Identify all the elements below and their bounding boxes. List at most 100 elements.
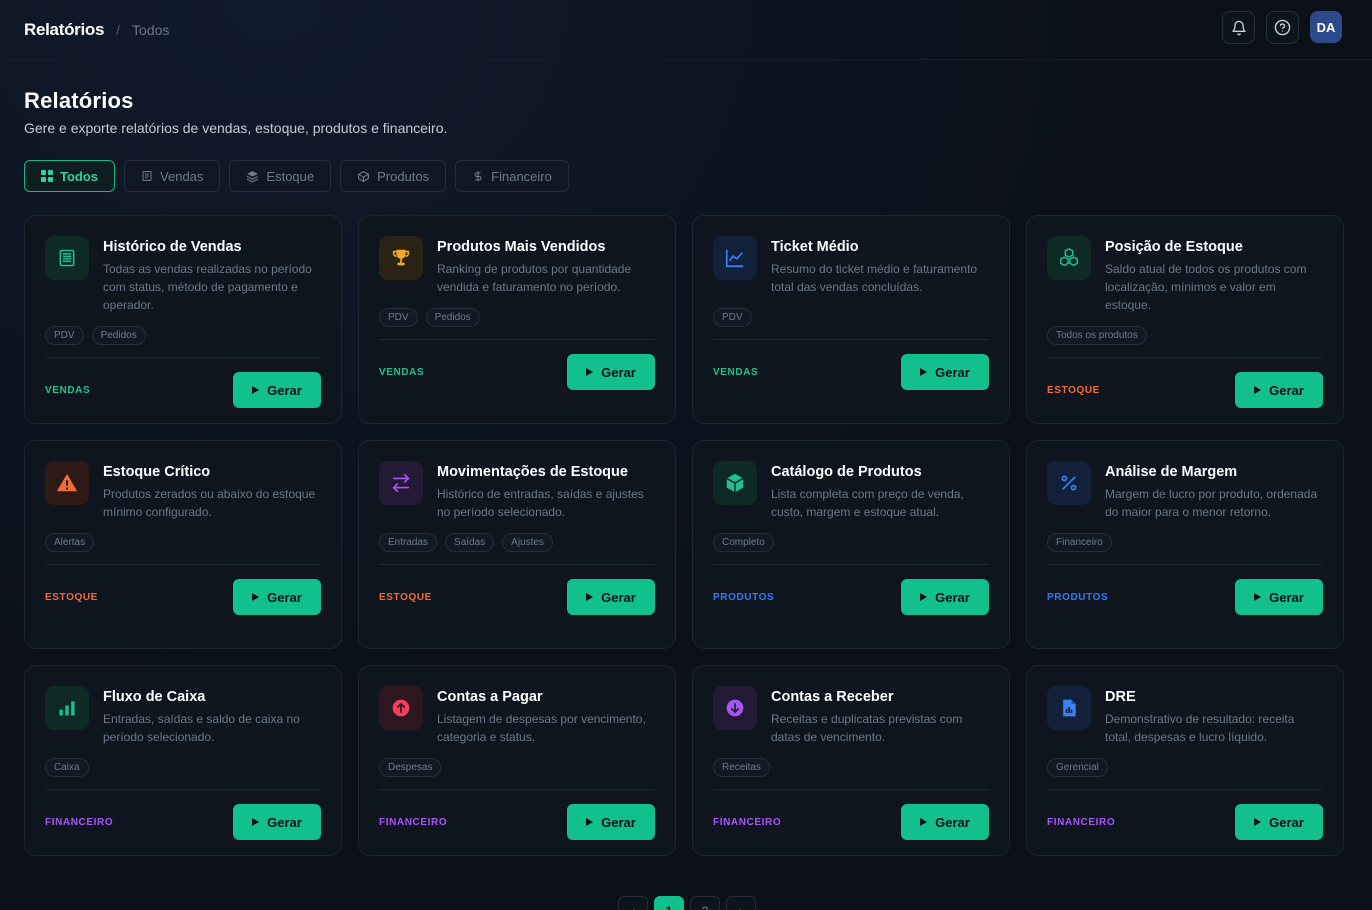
card-description: Receitas e duplicatas previstas com data… [771, 712, 963, 744]
generate-button[interactable]: Gerar [901, 354, 989, 390]
card-title: Ticket Médio [771, 239, 859, 255]
tag: Ajustes [502, 533, 553, 552]
tag-list: Alertas [45, 533, 321, 552]
generate-button-label: Gerar [267, 589, 302, 605]
card-text: Catálogo de Produtos Lista completa com p… [771, 461, 989, 521]
card-text: Ticket Médio Resumo do ticket médio e fat… [771, 236, 989, 296]
breadcrumb[interactable]: Todos [132, 22, 169, 38]
generate-button[interactable]: Gerar [901, 579, 989, 615]
tag: Completo [713, 533, 774, 552]
generate-button[interactable]: Gerar [901, 804, 989, 840]
generate-button[interactable]: Gerar [567, 804, 655, 840]
card-description: Produtos zerados ou abaixo do estoque mí… [103, 487, 316, 519]
card-description: Lista completa com preço de venda, custo… [771, 487, 964, 519]
package-icon [713, 461, 757, 505]
generate-button[interactable]: Gerar [1235, 804, 1323, 840]
report-file-icon [1047, 686, 1091, 730]
next-page-button[interactable]: › [726, 896, 756, 910]
category-label: FINANCEIRO [379, 816, 448, 828]
card-text: Fluxo de Caixa Entradas, saídas e saldo d… [103, 686, 321, 746]
bar-chart-icon [45, 686, 89, 730]
generate-button[interactable]: Gerar [1235, 372, 1323, 408]
report-grid: Histórico de Vendas Todas as vendas reali… [24, 215, 1344, 856]
generate-button[interactable]: Gerar [567, 579, 655, 615]
card-text: Produtos Mais Vendidos Ranking de produto… [437, 236, 655, 296]
report-card: Ticket Médio Resumo do ticket médio e fat… [692, 215, 1010, 424]
tag-list: Entradas Saídas Ajustes [379, 533, 655, 552]
generate-button-label: Gerar [1269, 589, 1304, 605]
generate-button[interactable]: Gerar [567, 354, 655, 390]
tag-list: PDV [713, 308, 989, 327]
filter-tab-label: Financeiro [491, 168, 552, 184]
play-icon [586, 593, 594, 601]
report-card: Movimentações de Estoque Histórico de ent… [358, 440, 676, 649]
avatar[interactable]: DA [1310, 11, 1342, 43]
help-icon [1274, 19, 1291, 36]
card-description: Entradas, saídas e saldo de caixa no per… [103, 712, 300, 744]
play-icon [1254, 386, 1262, 394]
generate-button-label: Gerar [935, 814, 970, 830]
generate-button[interactable]: Gerar [1235, 579, 1323, 615]
brand: Relatórios [24, 19, 105, 39]
help-button[interactable] [1266, 11, 1299, 44]
generate-button-label: Gerar [267, 382, 302, 398]
swap-arrows-icon [379, 461, 423, 505]
tag-list: Financeiro [1047, 533, 1323, 552]
play-icon [586, 818, 594, 826]
receipt-icon [141, 170, 153, 182]
generate-button-label: Gerar [1269, 382, 1304, 398]
tag: PDV [379, 308, 418, 327]
breadcrumb-separator: / [116, 21, 121, 38]
generate-button-label: Gerar [935, 364, 970, 380]
filter-tab-todos[interactable]: Todos [24, 160, 116, 192]
tag: Todos os produtos [1047, 326, 1147, 345]
card-text: Histórico de Vendas Todas as vendas reali… [103, 236, 321, 314]
page-button-1[interactable]: 1 [654, 896, 684, 910]
report-card: Posição de Estoque Saldo atual de todos o… [1026, 215, 1344, 424]
card-footer: FINANCEIRO Gerar [379, 789, 655, 854]
generate-button[interactable]: Gerar [233, 372, 321, 408]
generate-button[interactable]: Gerar [233, 579, 321, 615]
tag: Alertas [45, 533, 95, 552]
pagination: ‹ 12 › [618, 896, 756, 910]
card-footer: VENDAS Gerar [45, 357, 321, 422]
category-label: ESTOQUE [1047, 384, 1100, 396]
card-description: Todas as vendas realizadas no período co… [103, 262, 312, 312]
boxes-icon [1047, 236, 1091, 280]
card-title: Histórico de Vendas [103, 239, 242, 255]
tag-list: Gerencial [1047, 758, 1323, 777]
generate-button[interactable]: Gerar [233, 804, 321, 840]
card-description: Margem de lucro por produto, ordenada do… [1105, 487, 1318, 519]
play-icon [1254, 818, 1262, 826]
category-label: ESTOQUE [379, 591, 432, 603]
tag: Caixa [45, 758, 89, 777]
filter-tab-label: Estoque [266, 168, 315, 184]
report-card: Catálogo de Produtos Lista completa com p… [692, 440, 1010, 649]
top-bar: Relatórios / Todos DA [0, 0, 1372, 60]
card-footer: ESTOQUE Gerar [45, 564, 321, 629]
category-label: VENDAS [713, 366, 759, 378]
filter-tab-estoque[interactable]: Estoque [229, 160, 332, 192]
prev-page-button[interactable]: ‹ [618, 896, 648, 910]
generate-button-label: Gerar [1269, 814, 1304, 830]
card-text: Estoque Crítico Produtos zerados ou abaix… [103, 461, 321, 521]
category-label: FINANCEIRO [1047, 816, 1116, 828]
card-title: DRE [1105, 689, 1136, 705]
notifications-button[interactable] [1222, 11, 1255, 44]
card-title: Catálogo de Produtos [771, 464, 922, 480]
page-button-2[interactable]: 2 [690, 896, 720, 910]
filter-tab-vendas[interactable]: Vendas [124, 160, 221, 192]
category-label: FINANCEIRO [45, 816, 114, 828]
card-text: Posição de Estoque Saldo atual de todos o… [1105, 236, 1323, 314]
filter-tab-financeiro[interactable]: Financeiro [455, 160, 569, 192]
card-footer: PRODUTOS Gerar [713, 564, 989, 629]
card-footer: ESTOQUE Gerar [1047, 357, 1323, 422]
tag: Saídas [445, 533, 495, 552]
tag-list: Completo [713, 533, 989, 552]
card-title: Estoque Crítico [103, 464, 211, 480]
page-header: Relatórios Gere e exporte relatórios de … [0, 60, 1372, 192]
card-title: Contas a Pagar [437, 689, 543, 705]
generate-button-label: Gerar [601, 589, 636, 605]
filter-tab-produtos[interactable]: Produtos [340, 160, 447, 192]
category-label: ESTOQUE [45, 591, 98, 603]
